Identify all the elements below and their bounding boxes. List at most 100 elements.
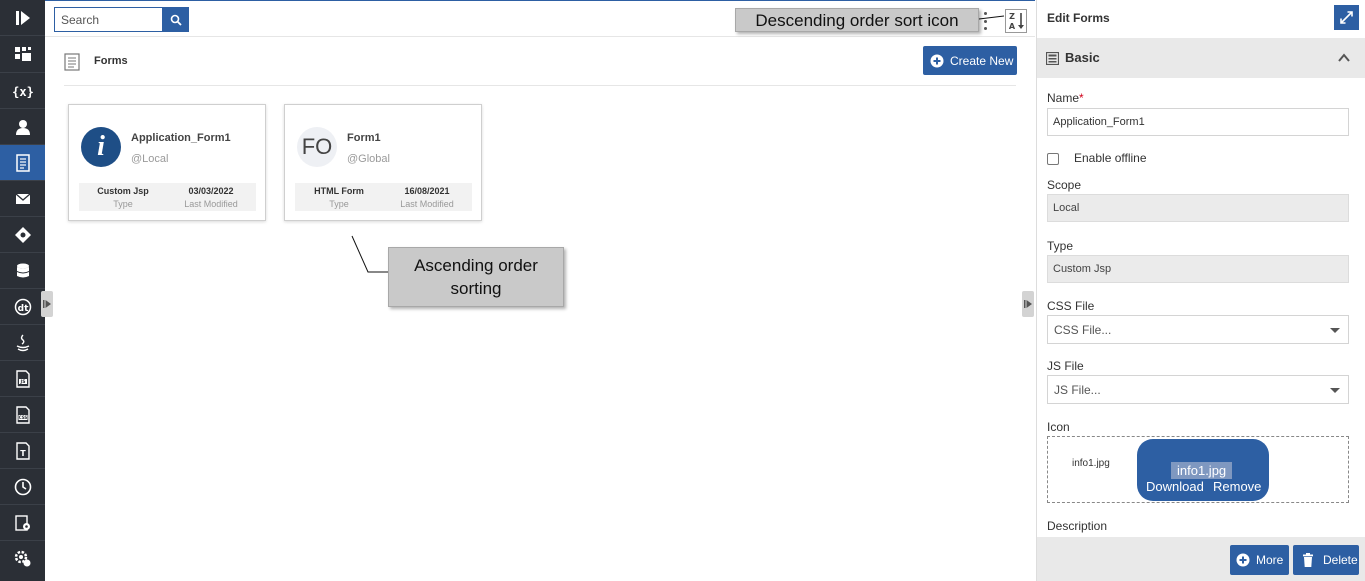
name-label-text: Name [1047,91,1080,105]
css-file-icon: CSS [15,405,30,424]
card-name: Application_Form1 [131,132,231,144]
js-file-placeholder: JS File... [1054,382,1101,397]
nav-forms[interactable] [0,145,45,180]
remove-link[interactable]: Remove [1213,479,1261,494]
clock-icon [14,478,31,495]
mail-icon [15,193,30,204]
panel-footer: More Delete [1037,537,1365,581]
card-meta: Custom Jsp Type 03/03/2022 Last Modified [79,183,256,211]
card-modified: 16/08/2021 Last Modified [383,183,471,209]
card-type-value: HTML Form [314,186,364,196]
section-basic-header[interactable]: Basic [1037,38,1365,78]
js-file-select[interactable]: JS File... [1047,375,1349,404]
more-options-icon[interactable] [982,12,988,30]
avatar: FO [297,127,337,167]
form-card[interactable]: i Application_Form1 @Local Custom Jsp Ty… [68,104,266,221]
gear-user-icon [14,550,30,566]
card-scope: @Local [131,153,169,165]
dashboard-icon [14,46,31,61]
nav-play[interactable] [0,0,45,35]
name-field[interactable]: Application_Form1 [1047,108,1349,136]
download-link[interactable]: Download [1146,479,1204,494]
section-title: Basic [1065,50,1100,65]
card-modified-value: 16/08/2021 [404,186,450,196]
card-type: HTML Form Type [295,183,383,209]
caret-down-icon [1330,328,1340,333]
divider [64,85,1016,86]
nav-gear-user[interactable] [0,541,45,576]
callout-ascending-sort: Ascending order sorting [388,247,564,307]
search-button[interactable] [162,7,189,32]
create-new-button[interactable]: Create New [923,46,1017,75]
js-file-label: JS File [1047,359,1084,373]
app-root: {x} dt JS CSS T Search Z A Descending or… [0,0,1365,581]
card-type: Custom Jsp Type [79,183,167,209]
nav-mail[interactable] [0,181,45,216]
more-label: More [1256,553,1284,567]
avatar-glyph: i [97,131,105,162]
nav-dt[interactable]: dt [0,289,45,324]
nav-variables[interactable]: {x} [0,73,45,108]
card-type-value: Custom Jsp [97,186,149,196]
nav-settings-doc[interactable] [0,505,45,540]
nav-clock[interactable] [0,469,45,504]
plus-circle-icon [930,54,944,67]
edit-forms-panel: Edit Forms Basic Name* Application_Form1… [1036,0,1365,581]
callout-sort-icon: Descending order sort icon [735,8,979,32]
card-name: Form1 [347,132,381,144]
css-file-placeholder: CSS File... [1054,322,1112,337]
sort-descending-icon[interactable]: Z A [1005,9,1027,33]
icon-file-name: info1.jpg [1072,458,1110,469]
card-modified: 03/03/2022 Last Modified [167,183,255,209]
css-file-select[interactable]: CSS File... [1047,315,1349,344]
panel-body: Name* Application_Form1 Enable offline S… [1037,78,1365,537]
svg-text:CSS: CSS [18,415,27,420]
nav-diamond[interactable] [0,217,45,252]
play-icon [15,10,30,25]
delete-label: Delete [1323,553,1358,567]
chip-file-name: info1.jpg [1171,462,1233,479]
left-collapse-handle[interactable] [41,291,53,317]
card-type-label: Type [329,199,349,209]
form-section-icon [1046,52,1059,65]
nav-js[interactable]: JS [0,361,45,396]
search-icon [170,14,182,26]
dt-icon: dt [14,298,31,315]
card-scope: @Global [347,153,390,165]
forms-icon [64,53,80,71]
chevron-up-icon[interactable] [1337,51,1351,65]
expand-button[interactable] [1334,5,1359,30]
create-new-label: Create New [950,53,1014,68]
right-collapse-handle[interactable] [1022,291,1034,317]
nav-css[interactable]: CSS [0,397,45,432]
icon-file-chip: info1.jpg Download Remove [1137,439,1269,501]
settings-doc-icon [14,514,30,531]
scope-field: Local [1047,194,1349,222]
scope-label: Scope [1047,178,1082,192]
collapse-arrow-icon [1024,300,1032,308]
js-file-icon: JS [15,369,30,388]
more-button[interactable]: More [1230,545,1289,575]
card-modified-label: Last Modified [184,199,238,209]
type-field: Custom Jsp [1047,255,1349,283]
nav-database[interactable] [0,253,45,288]
form-card[interactable]: FO Form1 @Global HTML Form Type 16/08/20… [284,104,482,221]
nav-dashboard[interactable] [0,36,45,71]
panel-title: Edit Forms [1047,11,1110,25]
nav-java[interactable] [0,325,45,360]
user-icon [15,119,30,135]
svg-text:JS: JS [19,379,25,385]
enable-offline-checkbox[interactable] [1047,153,1059,165]
delete-button[interactable]: Delete [1293,545,1359,575]
card-type-label: Type [113,199,133,209]
name-label: Name* [1047,91,1084,105]
card-meta: HTML Form Type 16/08/2021 Last Modified [295,183,472,211]
nav-users[interactable] [0,109,45,144]
info-icon: i [81,127,121,167]
nav-text[interactable]: T [0,433,45,468]
card-modified-label: Last Modified [400,199,454,209]
trash-icon [1303,553,1313,567]
diamond-icon [14,226,31,243]
enable-offline-label: Enable offline [1074,151,1147,165]
icon-dropzone[interactable]: info1.jpg info1.jpg Download Remove [1047,436,1349,503]
